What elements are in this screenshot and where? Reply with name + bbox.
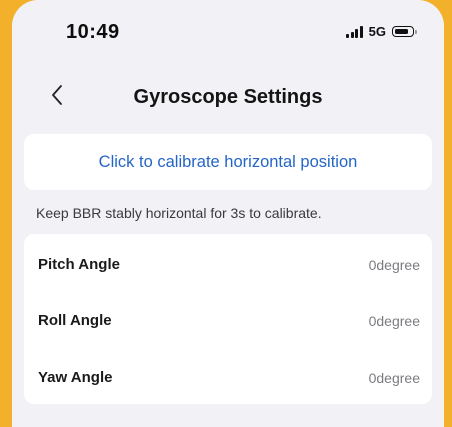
angle-list: Pitch Angle 0degree Roll Angle 0degree Y… [24, 234, 432, 404]
status-indicators: 5G [346, 24, 417, 39]
angle-row-pitch: Pitch Angle 0degree [24, 236, 432, 292]
page-title: Gyroscope Settings [133, 86, 323, 108]
angle-label: Roll Angle [38, 312, 112, 329]
battery-tip [415, 29, 417, 34]
battery-level [394, 28, 408, 34]
signal-icon [346, 25, 363, 38]
calibrate-button[interactable]: Click to calibrate horizontal position [24, 134, 432, 190]
navigation-bar: Gyroscope Settings [12, 72, 444, 122]
angle-row-roll: Roll Angle 0degree [24, 292, 432, 348]
network-type: 5G [368, 24, 386, 39]
angle-value: 0degree [368, 370, 420, 386]
angle-label: Yaw Angle [38, 369, 113, 386]
status-bar: 10:49 5G [12, 0, 444, 54]
angle-value: 0degree [368, 313, 420, 329]
phone-screen: 10:49 5G Gyroscope Settings Click to cal… [12, 0, 444, 427]
angle-row-yaw: Yaw Angle 0degree [24, 349, 432, 404]
calibration-hint: Keep BBR stably horizontal for 3s to cal… [36, 205, 322, 221]
calibrate-button-label: Click to calibrate horizontal position [98, 152, 358, 171]
battery-icon [392, 26, 417, 37]
angle-value: 0degree [368, 257, 420, 273]
angle-label: Pitch Angle [38, 256, 120, 273]
status-time: 10:49 [66, 21, 120, 43]
